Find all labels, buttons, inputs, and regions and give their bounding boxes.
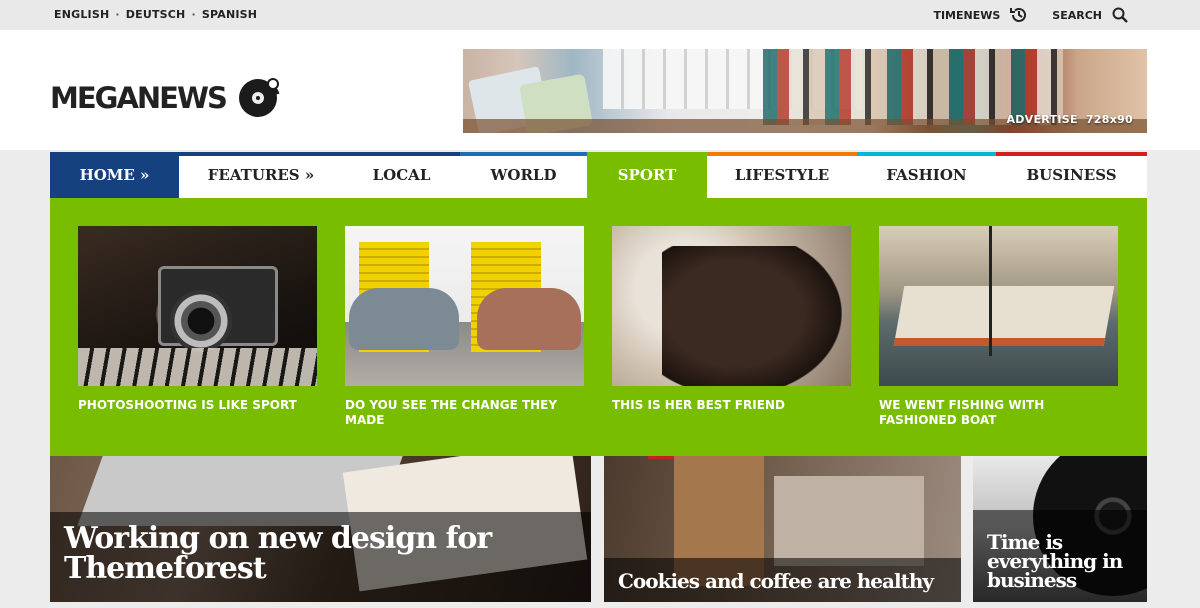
nav-sport-label: SPORT <box>617 166 677 184</box>
lang-separator: · <box>191 8 196 21</box>
nav-fashion[interactable]: FASHION <box>857 152 996 198</box>
language-switcher: ENGLISH · DEUTSCH · SPANISH <box>54 8 257 21</box>
site-header: MEGANEWS ADVERTISE 728x90 <box>0 30 1200 150</box>
top-links: TIMENEWS SEARCH <box>919 6 1128 24</box>
card-title[interactable]: PHOTOSHOOTING IS LIKE SPORT <box>78 398 317 413</box>
site-logo[interactable]: MEGANEWS <box>50 72 284 124</box>
banner-size-text: 728x90 <box>1085 113 1133 126</box>
feature-title[interactable]: Cookies and coffee are healthy <box>618 570 934 592</box>
nav-color-bar <box>857 152 996 156</box>
piano-keys-shape <box>78 348 317 386</box>
feature-title[interactable]: Working on new design for Themeforest <box>64 524 584 584</box>
banner-label-text: ADVERTISE <box>1006 113 1078 126</box>
timenews-link[interactable]: TIMENEWS <box>933 6 1028 24</box>
timenews-label: TIMENEWS <box>933 8 1001 22</box>
nav-color-bar <box>707 152 857 156</box>
top-bar: ENGLISH · DEUTSCH · SPANISH TIMENEWS SEARCH <box>0 0 1200 30</box>
nav-business[interactable]: BUSINESS <box>996 152 1147 198</box>
nav-features-label: FEATURES » <box>207 166 315 184</box>
lang-english[interactable]: ENGLISH <box>54 8 109 21</box>
card-thumbnail-cars[interactable] <box>345 226 584 386</box>
logo-record-icon <box>236 72 284 124</box>
search-link[interactable]: SEARCH <box>1052 7 1128 23</box>
card-thumbnail-boat[interactable] <box>879 226 1118 386</box>
card-thumbnail-camera[interactable] <box>78 226 317 386</box>
lang-separator: · <box>115 8 120 21</box>
card-thumbnail-dog[interactable] <box>612 226 851 386</box>
cookie-box-shape <box>774 476 924 566</box>
boat-shape <box>893 286 1115 346</box>
nav-business-label: BUSINESS <box>1026 166 1117 184</box>
lang-spanish[interactable]: SPANISH <box>202 8 257 21</box>
nav-home[interactable]: HOME » <box>50 152 179 198</box>
nav-world-label: WORLD <box>490 166 557 184</box>
nav-color-bar <box>996 152 1147 156</box>
camera-lens-shape <box>170 290 232 352</box>
feature-article[interactable]: Cookies and coffee are healthy <box>604 456 961 602</box>
dog-shape <box>662 246 842 386</box>
main-nav: HOME » FEATURES » LOCAL WORLD SPORT LIFE… <box>50 152 1147 198</box>
advertise-banner[interactable]: ADVERTISE 728x90 <box>463 49 1147 133</box>
nav-lifestyle[interactable]: LIFESTYLE <box>707 152 857 198</box>
nav-color-bar <box>179 152 343 156</box>
banner-label: ADVERTISE 728x90 <box>1006 113 1133 126</box>
nav-color-bar <box>50 152 179 156</box>
sport-mega-menu: PHOTOSHOOTING IS LIKE SPORT DO YOU SEE T… <box>50 198 1147 456</box>
mega-card[interactable]: THIS IS HER BEST FRIEND <box>612 226 851 413</box>
nav-lifestyle-label: LIFESTYLE <box>734 166 830 184</box>
nav-color-bar <box>587 152 707 156</box>
nav-features[interactable]: FEATURES » <box>179 152 343 198</box>
nav-home-label: HOME » <box>79 166 150 184</box>
mega-card[interactable]: WE WENT FISHING WITH FASHIONED BOAT <box>879 226 1118 428</box>
lang-deutsch[interactable]: DEUTSCH <box>126 8 186 21</box>
nav-sport[interactable]: SPORT <box>587 152 707 198</box>
car-shape <box>477 288 581 350</box>
nav-local[interactable]: LOCAL <box>343 152 460 198</box>
search-label: SEARCH <box>1052 8 1102 22</box>
nav-fashion-label: FASHION <box>886 166 967 184</box>
history-icon <box>1010 6 1028 24</box>
mega-card[interactable]: PHOTOSHOOTING IS LIKE SPORT <box>78 226 317 413</box>
card-title[interactable]: THIS IS HER BEST FRIEND <box>612 398 851 413</box>
card-title[interactable]: WE WENT FISHING WITH FASHIONED BOAT <box>879 398 1118 428</box>
car-shape <box>349 288 459 350</box>
mast-shape <box>989 226 992 356</box>
nav-color-bar <box>343 152 460 156</box>
nav-world[interactable]: WORLD <box>460 152 587 198</box>
feature-title[interactable]: Time is everything in business <box>987 532 1137 590</box>
feature-article[interactable]: Working on new design for Themeforest <box>50 456 591 602</box>
search-icon <box>1112 7 1128 23</box>
mega-card[interactable]: DO YOU SEE THE CHANGE THEY MADE <box>345 226 584 428</box>
logo-text: MEGANEWS <box>50 81 228 115</box>
nav-color-bar <box>460 152 587 156</box>
nav-local-label: LOCAL <box>372 166 431 184</box>
card-title[interactable]: DO YOU SEE THE CHANGE THEY MADE <box>345 398 584 428</box>
feature-article[interactable]: Time is everything in business <box>973 456 1147 602</box>
